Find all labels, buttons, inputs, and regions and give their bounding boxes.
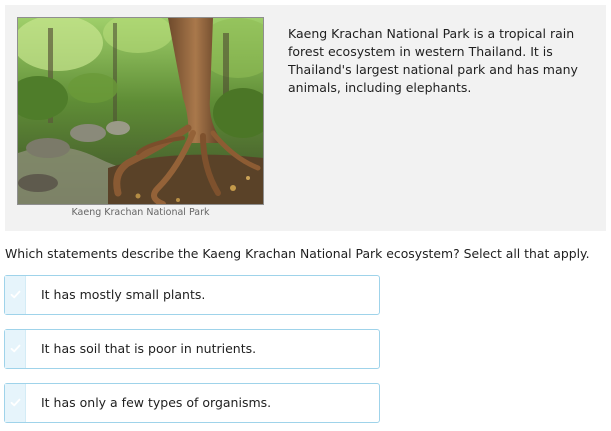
passage-card: Kaeng Krachan National Park Kaeng Kracha…: [5, 5, 606, 231]
answer-choice-3[interactable]: It has only a few types of organisms.: [4, 383, 380, 423]
passage-description: Kaeng Krachan National Park is a tropica…: [288, 26, 578, 95]
choice-label: It has only a few types of organisms.: [41, 395, 272, 410]
choice-label: It has mostly small plants.: [41, 287, 206, 302]
answer-choice-1[interactable]: It has mostly small plants.: [4, 275, 380, 315]
checkmark-icon: [10, 398, 21, 407]
answer-choice-2[interactable]: It has soil that is poor in nutrients.: [4, 329, 380, 369]
check-strip: [5, 330, 26, 368]
check-strip: [5, 276, 26, 314]
checkmark-icon: [10, 290, 21, 299]
photo-caption: Kaeng Krachan National Park: [71, 207, 210, 218]
choice-label: It has soil that is poor in nutrients.: [41, 341, 257, 356]
forest-photo: [17, 17, 264, 205]
question-prompt: Which statements describe the Kaeng Krac…: [5, 246, 590, 261]
check-strip: [5, 384, 26, 422]
checkmark-icon: [10, 344, 21, 353]
